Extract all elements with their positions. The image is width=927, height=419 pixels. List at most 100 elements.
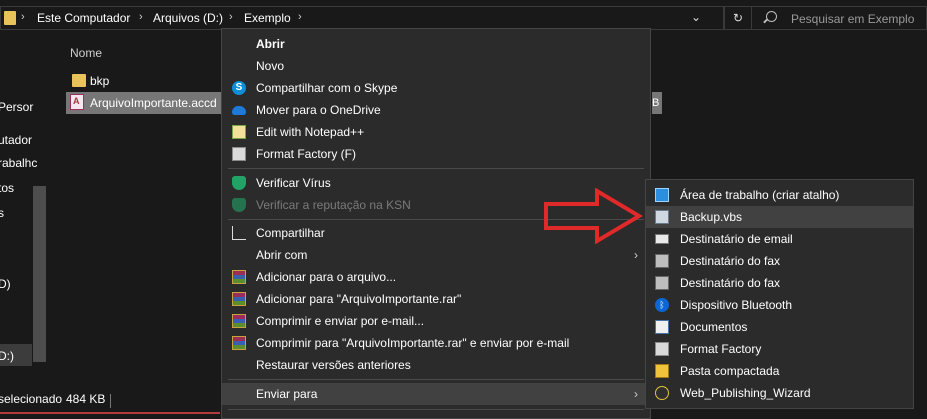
file-size-fragment: B xyxy=(652,92,662,114)
menu-label: Adicionar para "ArquivoImportante.rar" xyxy=(256,292,462,306)
submenu-label: Pasta compactada xyxy=(680,364,780,378)
menu-label: Format Factory (F) xyxy=(256,147,357,161)
menu-label: Abrir com xyxy=(256,248,308,262)
breadcrumb-separator: › xyxy=(229,11,233,23)
chevron-right-icon: › xyxy=(634,387,638,401)
menu-label: Enviar para xyxy=(256,387,318,401)
send-to-submenu: Área de trabalho (criar atalho) Backup.v… xyxy=(645,179,914,409)
menu-item-abrir[interactable]: Abrir xyxy=(222,33,650,55)
nav-item-arquivos-d[interactable]: D:) xyxy=(0,349,14,363)
kaspersky-shield-icon xyxy=(232,176,246,190)
nav-item-drive[interactable]: D) xyxy=(0,277,11,291)
send-to-fax-1[interactable]: Destinatário do fax xyxy=(646,250,913,272)
navigation-pane: Persor utador rabalhc tos s D) D:) xyxy=(0,36,46,392)
status-divider xyxy=(110,394,111,408)
menu-label: Compartilhar com o Skype xyxy=(256,81,398,95)
submenu-label: Área de trabalho (criar atalho) xyxy=(680,188,840,202)
mail-icon xyxy=(655,234,669,244)
menu-label: Abrir xyxy=(256,37,285,51)
wizard-icon xyxy=(655,386,669,400)
submenu-label: Dispositivo Bluetooth xyxy=(680,298,793,312)
menu-item-format-factory[interactable]: Format Factory (F) xyxy=(222,143,650,165)
format-factory-icon xyxy=(232,147,246,161)
menu-label: Edit with Notepad++ xyxy=(256,125,365,139)
winrar-icon xyxy=(232,314,246,328)
fax-icon xyxy=(655,276,669,290)
breadcrumb-este-computador[interactable]: Este Computador xyxy=(37,11,130,25)
send-to-web-publishing-wizard[interactable]: Web_Publishing_Wizard xyxy=(646,382,913,404)
chevron-right-icon: › xyxy=(634,248,638,262)
search-input[interactable]: Pesquisar em Exemplo xyxy=(791,12,914,26)
refresh-button[interactable]: ↻ xyxy=(724,6,752,30)
status-underline xyxy=(0,412,220,414)
menu-label: Verificar Vírus xyxy=(256,176,331,190)
submenu-label: Destinatário de email xyxy=(680,232,793,246)
nav-item-s[interactable]: s xyxy=(0,206,4,220)
nav-scrollbar[interactable] xyxy=(33,186,46,362)
menu-separator xyxy=(228,409,644,410)
menu-item-notepad[interactable]: Edit with Notepad++ xyxy=(222,121,650,143)
submenu-label: Destinatário do fax xyxy=(680,276,781,290)
column-header-name[interactable]: Nome xyxy=(70,46,102,60)
vbs-script-icon xyxy=(655,210,669,224)
menu-item-skype[interactable]: S Compartilhar com o Skype xyxy=(222,77,650,99)
send-to-fax-2[interactable]: Destinatário do fax xyxy=(646,272,913,294)
nav-item-computador[interactable]: utador xyxy=(0,133,32,147)
nav-item-persor[interactable]: Persor xyxy=(0,100,33,114)
file-name: bkp xyxy=(90,74,110,88)
nav-item-documentos[interactable]: tos xyxy=(0,181,14,195)
menu-item-onedrive[interactable]: Mover para o OneDrive xyxy=(222,99,650,121)
menu-label: Comprimir e enviar por e-mail... xyxy=(256,314,425,328)
menu-item-adicionar-rar[interactable]: Adicionar para "ArquivoImportante.rar" xyxy=(222,288,650,310)
skype-icon: S xyxy=(232,81,246,95)
address-dropdown-button[interactable]: ⌄ xyxy=(682,6,710,30)
breadcrumb-exemplo[interactable]: Exemplo xyxy=(244,11,291,25)
menu-label: Mover para o OneDrive xyxy=(256,103,381,117)
send-to-email[interactable]: Destinatário de email xyxy=(646,228,913,250)
menu-item-comprimir-rar-email[interactable]: Comprimir para "ArquivoImportante.rar" e… xyxy=(222,332,650,354)
file-row-arquivo-importante[interactable]: ArquivoImportante.accd xyxy=(66,92,221,114)
search-box[interactable]: Pesquisar em Exemplo xyxy=(751,6,927,30)
folder-icon xyxy=(4,11,16,25)
send-to-pasta-compactada[interactable]: Pasta compactada xyxy=(646,360,913,382)
send-to-desktop[interactable]: Área de trabalho (criar atalho) xyxy=(646,184,913,206)
menu-item-abrir-com[interactable]: Abrir com › xyxy=(222,244,650,266)
send-to-documentos[interactable]: Documentos xyxy=(646,316,913,338)
status-selected: selecionado xyxy=(0,392,63,406)
desktop-icon xyxy=(655,188,669,202)
menu-item-novo[interactable]: Novo xyxy=(222,55,650,77)
bluetooth-icon: ᛒ xyxy=(655,298,669,312)
fax-icon xyxy=(655,254,669,268)
menu-label: Adicionar para o arquivo... xyxy=(256,270,397,284)
access-file-icon xyxy=(70,94,84,110)
submenu-label: Backup.vbs xyxy=(680,210,743,224)
menu-label: Novo xyxy=(256,59,285,73)
winrar-icon xyxy=(232,292,246,306)
format-factory-icon xyxy=(655,342,669,356)
notepad-icon xyxy=(232,125,246,139)
folder-icon xyxy=(72,74,86,87)
status-size: 484 KB xyxy=(66,392,106,406)
send-to-format-factory[interactable]: Format Factory xyxy=(646,338,913,360)
documents-icon xyxy=(655,320,669,334)
menu-item-comprimir-email[interactable]: Comprimir e enviar por e-mail... xyxy=(222,310,650,332)
send-to-bluetooth[interactable]: ᛒ Dispositivo Bluetooth xyxy=(646,294,913,316)
menu-item-adicionar-arquivo[interactable]: Adicionar para o arquivo... xyxy=(222,266,650,288)
menu-item-enviar-para[interactable]: Enviar para › xyxy=(222,383,650,405)
menu-separator xyxy=(228,379,644,380)
winrar-icon xyxy=(232,270,246,284)
onedrive-icon xyxy=(232,106,246,115)
menu-label: Comprimir para "ArquivoImportante.rar" e… xyxy=(256,336,570,350)
send-to-backup-vbs[interactable]: Backup.vbs xyxy=(646,206,913,228)
kaspersky-shield-icon xyxy=(232,198,246,212)
file-row-bkp[interactable]: bkp xyxy=(66,70,216,92)
share-icon xyxy=(232,226,246,240)
breadcrumb-arquivos-d[interactable]: Arquivos (D:) xyxy=(153,11,223,25)
menu-label: Compartilhar xyxy=(256,226,325,240)
nav-item-trabalho[interactable]: rabalhc xyxy=(0,156,37,170)
annotation-arrow-icon xyxy=(544,188,643,244)
submenu-label: Web_Publishing_Wizard xyxy=(680,386,811,400)
search-icon xyxy=(766,11,777,22)
menu-label: Verificar a reputação na KSN xyxy=(256,198,411,212)
menu-item-restaurar-versoes[interactable]: Restaurar versões anteriores xyxy=(222,354,650,376)
